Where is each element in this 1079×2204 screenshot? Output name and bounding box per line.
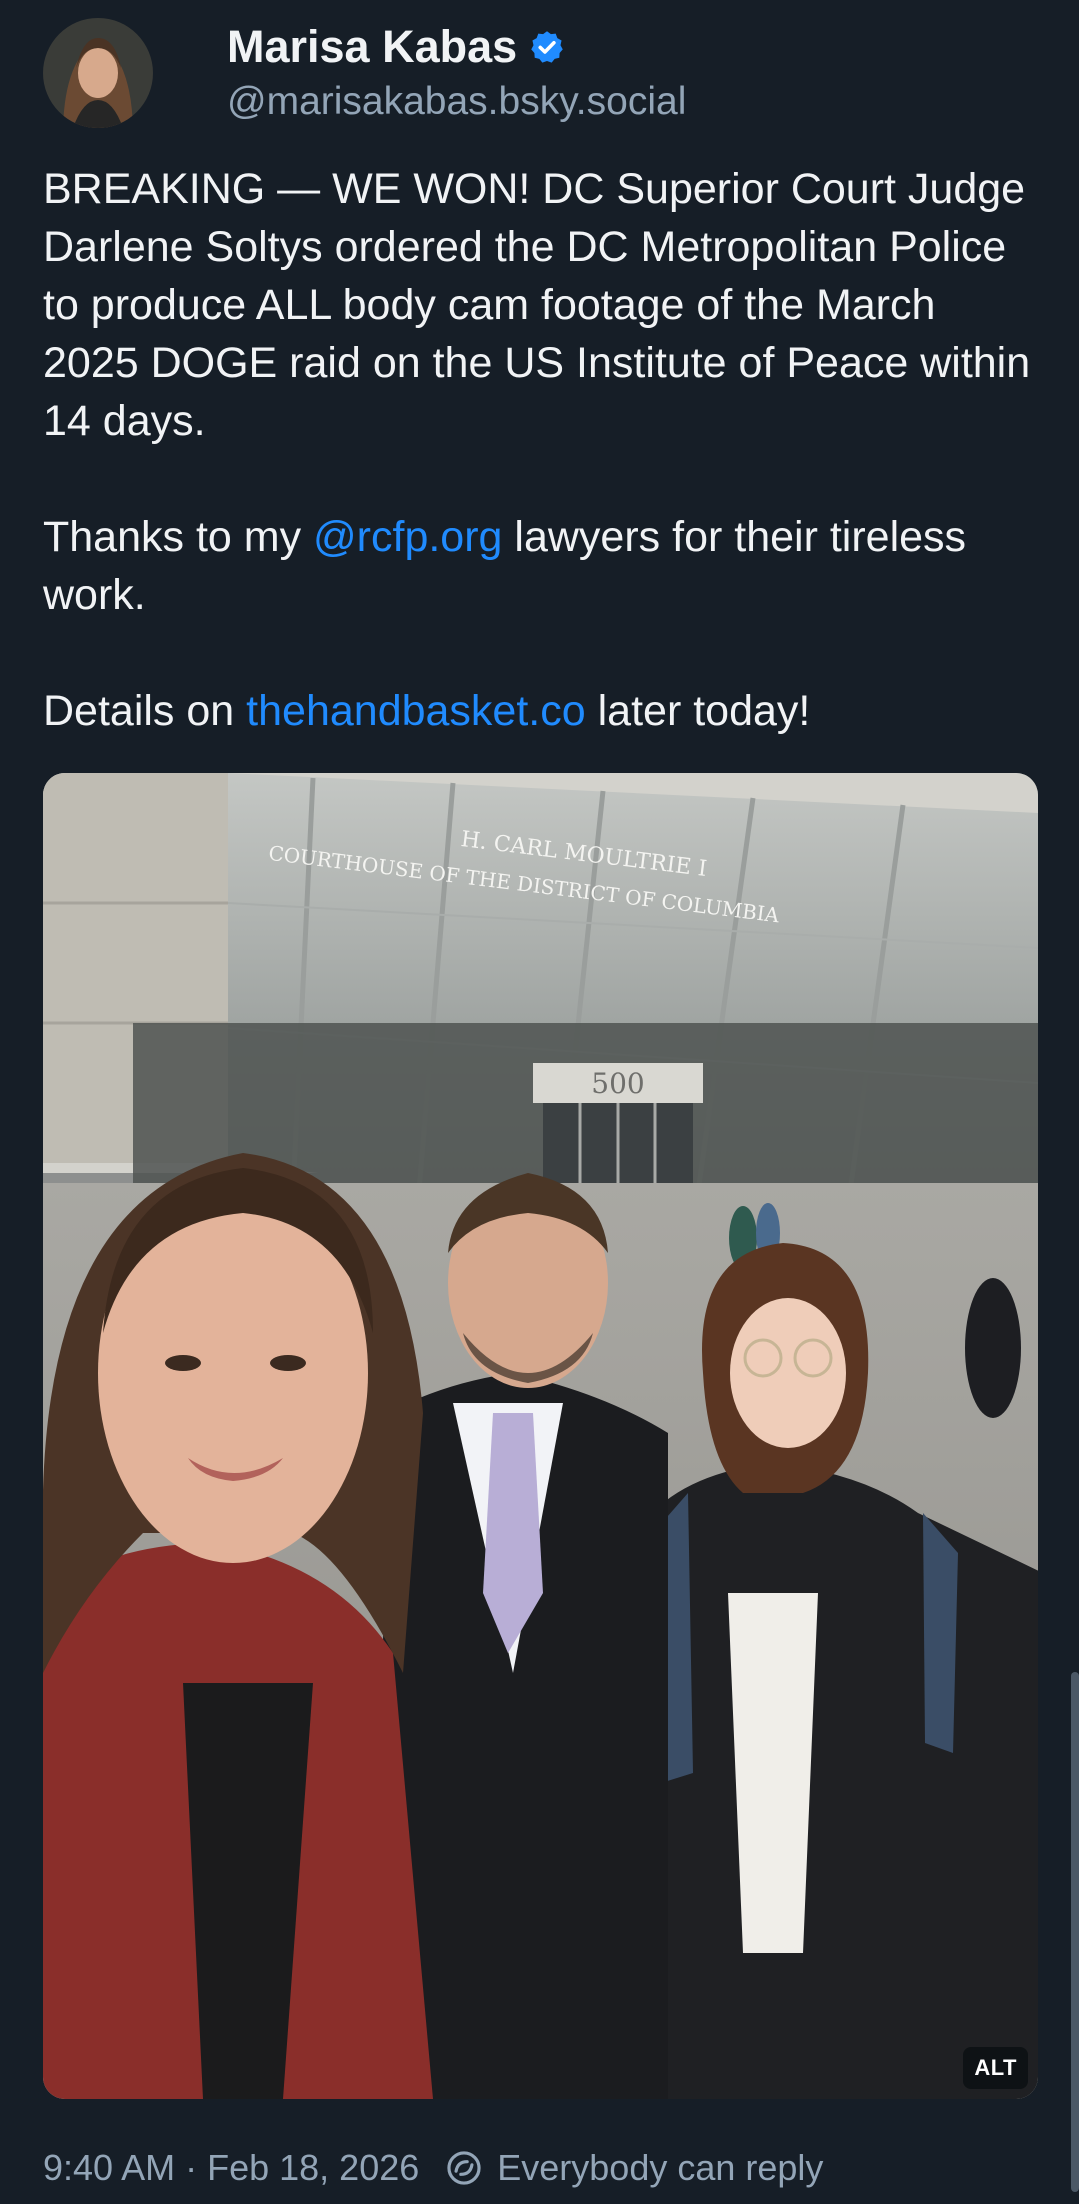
verified-check-icon[interactable]: [529, 29, 565, 65]
text-span: Thanks to my: [43, 513, 314, 561]
post-date[interactable]: Feb 18, 2026: [207, 2143, 419, 2193]
mention-link[interactable]: @rcfp.org: [313, 513, 502, 561]
external-link[interactable]: thehandbasket.co: [246, 687, 586, 735]
photo-illustration: H. CARL MOULTRIE I COURTHOUSE OF THE DIS…: [43, 773, 1038, 2099]
post-paragraph: Thanks to my @rcfp.org lawyers for their…: [43, 508, 1043, 624]
text-span: later today!: [585, 687, 811, 735]
author-names: Marisa Kabas @marisakabas.bsky.social: [227, 19, 686, 127]
building-number: 500: [591, 1067, 644, 1100]
post-paragraph: Details on thehandbasket.co later today!: [43, 682, 1043, 740]
display-name-row: Marisa Kabas: [227, 19, 686, 75]
post-time[interactable]: 9:40 AM: [43, 2143, 175, 2193]
reply-setting[interactable]: Everybody can reply: [497, 2143, 823, 2193]
alt-text-badge[interactable]: ALT: [963, 2047, 1028, 2089]
post-image[interactable]: H. CARL MOULTRIE I COURTHOUSE OF THE DIS…: [43, 773, 1038, 2099]
post-text: BREAKING — WE WON! DC Superior Court Jud…: [43, 160, 1043, 740]
separator: ·: [185, 2147, 198, 2188]
post-thread-item: Marisa Kabas @marisakabas.bsky.social BR…: [0, 0, 1079, 2204]
author-handle[interactable]: @marisakabas.bsky.social: [227, 77, 686, 127]
scrollbar[interactable]: [1071, 1672, 1079, 2192]
post-header: Marisa Kabas @marisakabas.bsky.social: [43, 18, 686, 128]
author-display-name[interactable]: Marisa Kabas: [227, 19, 517, 75]
text-span: Details on: [43, 687, 247, 735]
post-paragraph: BREAKING — WE WON! DC Superior Court Jud…: [43, 165, 1031, 445]
reply-restriction-icon: [447, 2151, 481, 2185]
avatar[interactable]: [43, 18, 153, 128]
post-meta: 9:40 AM · Feb 18, 2026 Everybody can rep…: [43, 2143, 823, 2193]
